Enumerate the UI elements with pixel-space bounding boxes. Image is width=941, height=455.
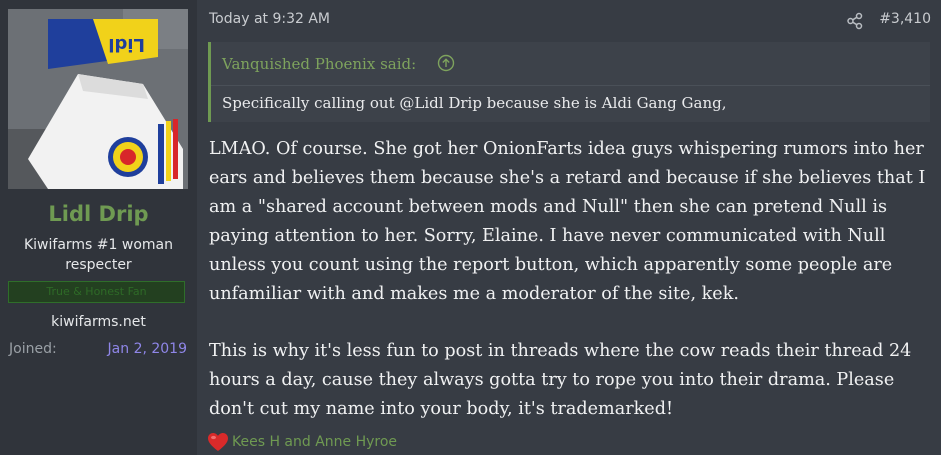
message-paragraph: LMAO. Of course. She got her OnionFarts … [209, 139, 926, 304]
heart-icon [208, 433, 228, 451]
jump-to-quote-icon[interactable] [437, 54, 455, 72]
avatar-image: Lidl [8, 9, 188, 189]
quote-text: Specifically calling out @Lidl Drip beca… [222, 94, 727, 112]
quote-block: Vanquished Phoenix said: Specifically ca… [208, 42, 930, 122]
user-sidebar: Lidl Lidl Drip Kiwifarms #1 woman respec… [0, 0, 197, 455]
joined-label: Joined: [9, 341, 57, 357]
user-site: kiwifarms.net [51, 314, 146, 330]
share-icon[interactable] [846, 12, 864, 30]
avatar-logo-text: Lidl [108, 34, 145, 55]
post-timestamp[interactable]: Today at 9:32 AM [209, 11, 330, 27]
quote-author[interactable]: Vanquished Phoenix said: [222, 55, 416, 73]
joined-date: Jan 2, 2019 [107, 341, 187, 357]
forum-post: Lidl Lidl Drip Kiwifarms #1 woman respec… [0, 0, 941, 455]
reaction-users[interactable]: Kees H and Anne Hyroe [232, 434, 397, 450]
quote-divider [211, 85, 930, 86]
user-title: Kiwifarms #1 woman respecter [23, 237, 173, 273]
message-paragraph: This is why it's less fun to post in thr… [209, 341, 912, 419]
user-banner: True & Honest Fan [8, 281, 185, 303]
username[interactable]: Lidl Drip [0, 202, 197, 226]
reactions-bar[interactable]: Kees H and Anne Hyroe [207, 432, 397, 452]
post-number[interactable]: #3,410 [879, 11, 931, 27]
avatar[interactable]: Lidl [8, 9, 188, 189]
message-body: LMAO. Of course. She got her OnionFarts … [209, 135, 937, 452]
